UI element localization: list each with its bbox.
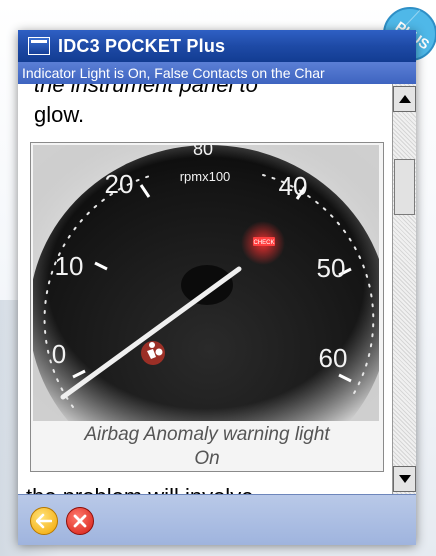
scroll-down-button[interactable] [393,466,416,492]
title-bar: IDC3 POCKET Plus [18,30,416,62]
body-text: glow. [34,102,85,127]
caption-line-2: On [194,448,220,469]
gauge-label-40: 40 [279,171,308,201]
figure-caption: Airbag Anomaly warning light On [31,423,383,471]
bottom-toolbar [18,494,416,545]
scroll-up-button[interactable] [393,86,416,112]
gauge-unit-label: rpmx100 [180,169,231,184]
gauge-label-20: 20 [105,169,134,199]
page-subtitle: Indicator Light is On, False Contacts on… [18,62,416,84]
app-icon [28,37,50,55]
device-window: IDC3 POCKET Plus Indicator Light is On, … [18,30,416,545]
body-text-partial: the instrument panel to [34,84,258,97]
close-icon [73,514,87,528]
app-title: IDC3 POCKET Plus [58,35,226,56]
check-light-label: CHECK [253,240,274,246]
back-button[interactable] [30,507,58,535]
body-text-next: the problem will involve [26,484,253,494]
vertical-scrollbar[interactable] [392,84,416,494]
content-pane[interactable]: the instrument panel to glow. 80 rpmx100… [18,84,392,494]
arrow-down-icon [399,475,411,483]
gauge-label-10: 10 [55,251,84,281]
speedometer-image: 80 rpmx100 20 40 10 50 0 60 CHECK [33,145,379,421]
gauge-label-60: 60 [319,343,348,373]
caption-line-1: Airbag Anomaly warning light [84,424,330,445]
gauge-label-50: 50 [317,253,346,283]
arrow-left-icon [36,513,52,529]
gauge-label-top: 80 [193,145,213,159]
gauge-label-0: 0 [52,339,66,369]
close-button[interactable] [66,507,94,535]
gauge-figure: 80 rpmx100 20 40 10 50 0 60 CHECK Airbag… [30,142,384,472]
scroll-thumb[interactable] [394,159,415,215]
arrow-up-icon [399,95,411,103]
